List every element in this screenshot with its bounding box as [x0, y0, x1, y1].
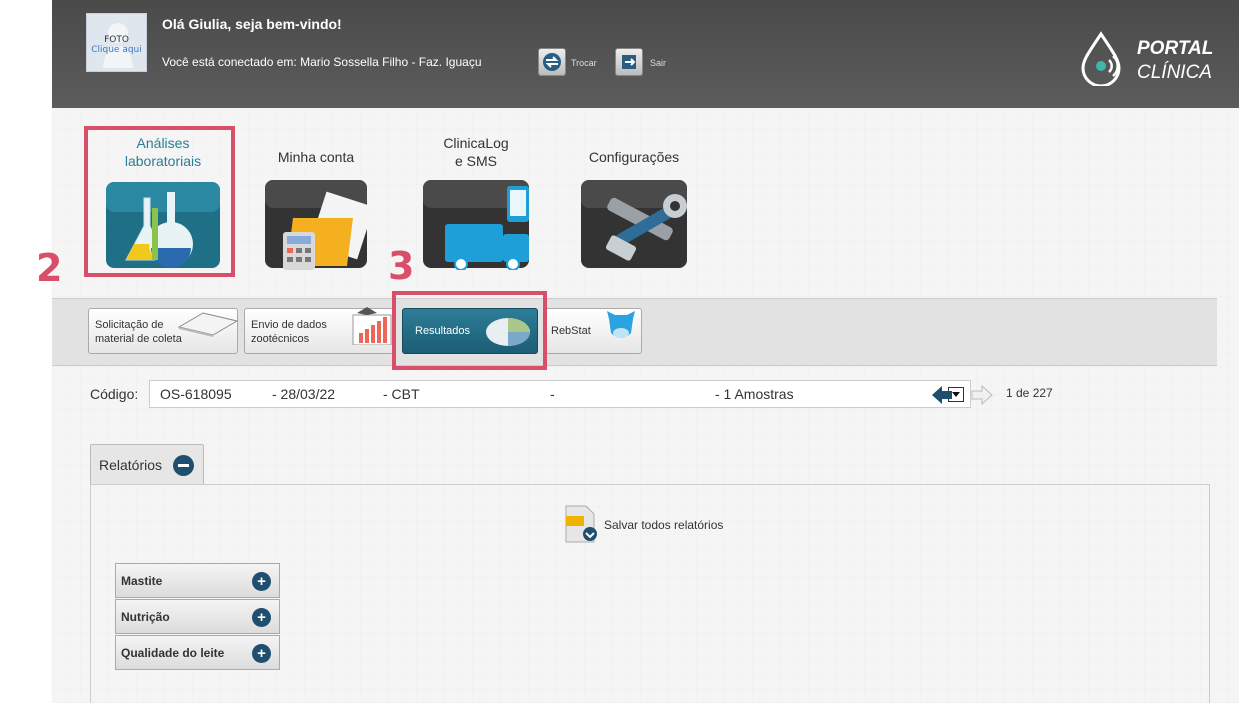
module-configuracoes[interactable]: Configurações	[575, 120, 693, 268]
solicitacao-label-2: material de coleta	[95, 333, 182, 345]
module-clinicalog[interactable]: ClinicaLog e SMS	[417, 120, 535, 270]
profile-photo[interactable]: FOTO Clique aqui	[86, 13, 147, 72]
step-number-2: 2	[36, 246, 63, 290]
code-os: OS-618095	[160, 386, 232, 402]
drop-logo-icon	[1081, 31, 1121, 86]
pager-text: 1 de 227	[1006, 386, 1053, 400]
highlight-box-analises	[84, 126, 235, 277]
solicitacao-label-1: Solicitação de	[95, 319, 164, 331]
category-mastite-label: Mastite	[121, 574, 163, 588]
rebstat-button[interactable]: RebStat	[544, 308, 642, 354]
category-qualidade-label: Qualidade do leite	[121, 646, 225, 660]
arrow-right-icon[interactable]	[970, 384, 994, 406]
module-clinicalog-label-2: e SMS	[454, 153, 497, 169]
code-amostras: - 1 Amostras	[715, 386, 794, 402]
envio-label-2: zootécnicos	[251, 333, 310, 345]
page: FOTO Clique aqui Olá Giulia, seja bem-vi…	[36, 0, 1239, 703]
trocar-label[interactable]: Trocar	[571, 58, 597, 68]
code-label: Código:	[90, 386, 139, 402]
module-clinicalog-label-1: ClinicaLog	[443, 135, 509, 151]
code-dash: -	[550, 386, 555, 402]
swap-icon	[543, 53, 561, 71]
photo-click-label[interactable]: Clique aqui	[87, 45, 146, 55]
greeting: Olá Giulia, seja bem-vindo!	[162, 16, 342, 32]
portal-clinica-logo: PORTAL CLÍNICA	[1079, 30, 1219, 90]
module-config-label: Configurações	[588, 149, 680, 165]
trocar-button[interactable]	[538, 48, 566, 76]
connection-info: Você está conectado em: Mario Sossella F…	[162, 55, 482, 69]
minus-circle-icon[interactable]	[173, 455, 194, 476]
plus-circle-icon[interactable]: +	[252, 572, 271, 591]
save-all-reports-link[interactable]: Salvar todos relatórios	[604, 518, 723, 532]
plus-circle-icon[interactable]: +	[252, 608, 271, 627]
sair-label[interactable]: Sair	[650, 58, 666, 68]
code-date: - 28/03/22	[272, 386, 336, 402]
photo-label: FOTO	[104, 35, 129, 45]
header: FOTO Clique aqui Olá Giulia, seja bem-vi…	[52, 0, 1239, 108]
logo-text-portal: PORTAL	[1137, 38, 1214, 59]
category-nutricao[interactable]: Nutrição +	[115, 599, 280, 634]
envio-button[interactable]: Envio de dados zootécnicos	[244, 307, 394, 354]
zip-download-icon[interactable]	[564, 504, 598, 544]
step-number-3: 3	[388, 244, 415, 288]
module-conta-label: Minha conta	[277, 149, 355, 165]
tools-icon	[581, 180, 687, 268]
exit-icon	[622, 55, 636, 69]
category-mastite[interactable]: Mastite +	[115, 563, 280, 598]
envio-label-1: Envio de dados	[251, 319, 327, 331]
sair-button[interactable]	[615, 48, 643, 76]
rebstat-label: RebStat	[551, 325, 591, 337]
arrow-left-icon[interactable]	[930, 384, 954, 406]
solicitacao-button[interactable]: Solicitação de material de coleta	[88, 308, 239, 354]
category-qualidade-leite[interactable]: Qualidade do leite +	[115, 635, 280, 670]
folder-calculator-icon	[265, 180, 375, 270]
module-minha-conta[interactable]: Minha conta	[257, 120, 375, 270]
category-nutricao-label: Nutrição	[121, 610, 170, 624]
highlight-box-resultados	[392, 291, 547, 370]
logo-text-clinica: CLÍNICA	[1137, 62, 1212, 83]
pad-icon	[177, 312, 239, 337]
code-select[interactable]: OS-618095 - 28/03/22 - CBT - - 1 Amostra…	[149, 380, 971, 408]
cow-icon	[607, 311, 635, 338]
submenu-bar: Solicitação de material de coleta Envio …	[52, 298, 1217, 366]
reports-tab-label: Relatórios	[99, 457, 163, 473]
plus-circle-icon[interactable]: +	[252, 644, 271, 663]
bar-chart-cow-icon	[352, 307, 392, 345]
truck-phone-icon	[423, 180, 529, 270]
code-type: - CBT	[383, 386, 420, 402]
reports-tab[interactable]: Relatórios	[90, 444, 204, 485]
